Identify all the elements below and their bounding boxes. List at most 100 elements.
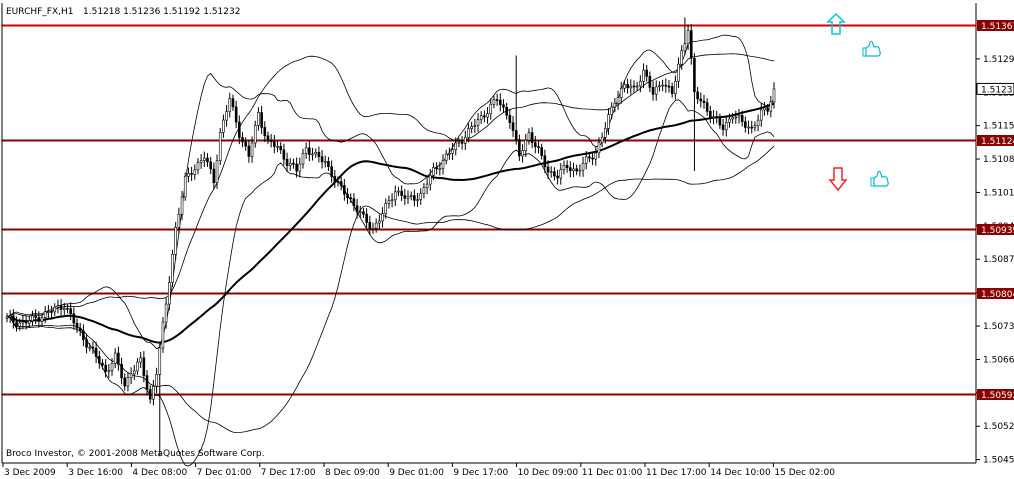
candle-body (24, 321, 28, 324)
candle-body (463, 136, 467, 144)
candle-body (451, 149, 454, 154)
candle-body (648, 76, 652, 88)
candle-body (670, 86, 674, 95)
candle-body (632, 85, 636, 88)
candle-body (110, 363, 114, 371)
candle-body (702, 100, 706, 103)
candle-body (117, 352, 120, 365)
candle-body (152, 386, 155, 400)
candle-body (358, 211, 362, 214)
candle-body (416, 199, 419, 201)
x-tick-label: 14 Dec 10:00 (710, 468, 771, 478)
candle-body (183, 175, 187, 198)
candle-body (21, 321, 25, 324)
current-price-label: 1.51232 (981, 85, 1014, 95)
candle-body (59, 305, 63, 310)
candle-body (339, 181, 343, 186)
candle-body (766, 107, 769, 112)
candle-body (390, 199, 394, 202)
candle-body (508, 114, 512, 123)
candle-body (362, 211, 365, 215)
candle-body (126, 377, 130, 387)
candle-body (610, 106, 613, 115)
candle-body (282, 149, 286, 160)
candle-body (187, 173, 190, 177)
candle-body (393, 191, 397, 201)
candle-body (549, 171, 553, 173)
candle-body (209, 161, 212, 170)
candle-body (174, 227, 177, 255)
y-tick-label: 1.50455 (983, 456, 1014, 466)
y-tick-label: 1.50525 (983, 422, 1014, 432)
candle-body (744, 121, 747, 128)
candle-body (88, 346, 92, 349)
candle-body (257, 112, 260, 126)
candle-body (470, 126, 473, 129)
candle-body (378, 220, 381, 224)
candle-body (292, 162, 295, 165)
candle-body (562, 165, 566, 170)
x-tick-label: 9 Dec 17:00 (453, 468, 508, 478)
candle-body (40, 317, 44, 322)
y-tick-label: 1.51295 (983, 55, 1014, 65)
candle-body (460, 141, 464, 144)
candle-body (534, 142, 537, 147)
candle-body (584, 156, 588, 164)
candle-body (15, 321, 18, 327)
candle-body (581, 163, 585, 171)
candle-body (238, 121, 241, 138)
candle-body (244, 141, 247, 147)
candle-body (578, 169, 582, 172)
candle-body (336, 181, 340, 183)
candle-body (308, 147, 311, 155)
candle-body (696, 91, 699, 100)
candle-body (569, 167, 572, 172)
level-label: 1.50939 (981, 226, 1014, 236)
candle-body (327, 161, 330, 168)
candle-body (623, 84, 626, 89)
candle-body (683, 43, 687, 52)
candle-body (355, 205, 359, 213)
candle-body (352, 198, 356, 206)
candle-body (406, 195, 410, 199)
candle-body (374, 222, 378, 229)
candle-body (123, 377, 127, 387)
candle-body (285, 158, 289, 166)
candle-body (629, 85, 633, 89)
candle-body (728, 118, 731, 123)
candle-body (145, 375, 149, 390)
candle-body (591, 157, 594, 160)
level-label: 1.50804 (981, 290, 1014, 300)
candle-body (721, 124, 725, 131)
candle-body (8, 315, 12, 318)
y-tick-label: 1.51085 (983, 155, 1014, 165)
x-tick-label: 4 Dec 08:00 (132, 468, 187, 478)
chart-window[interactable]: 1.512951.512251.511551.510851.510151.509… (0, 0, 1014, 479)
x-tick-label: 8 Dec 09:00 (325, 468, 380, 478)
candle-body (489, 103, 493, 115)
candle-body (62, 308, 66, 310)
price-chart[interactable]: 1.512951.512251.511551.510851.510151.509… (0, 0, 1014, 479)
y-tick-label: 1.50665 (983, 355, 1014, 365)
candle-body (540, 147, 543, 156)
candle-body (75, 322, 79, 329)
candle-body (228, 98, 232, 112)
candle-body (18, 322, 22, 327)
candle-body (530, 132, 534, 143)
x-tick-label: 3 Dec 2009 (4, 468, 56, 478)
candle-body (600, 136, 604, 143)
candle-body (171, 253, 174, 283)
candle-body (397, 190, 400, 193)
candle-body (273, 141, 276, 147)
candle-body (301, 153, 305, 165)
candle-body (113, 352, 117, 364)
candle-body (444, 153, 448, 161)
candle-body (495, 99, 499, 101)
y-tick-label: 1.50875 (983, 255, 1014, 265)
candle-body (136, 361, 139, 372)
level-label: 1.50592 (981, 391, 1014, 401)
candle-body (101, 362, 104, 366)
candle-body (619, 87, 623, 98)
candle-body (597, 142, 601, 154)
candle-body (483, 115, 486, 118)
